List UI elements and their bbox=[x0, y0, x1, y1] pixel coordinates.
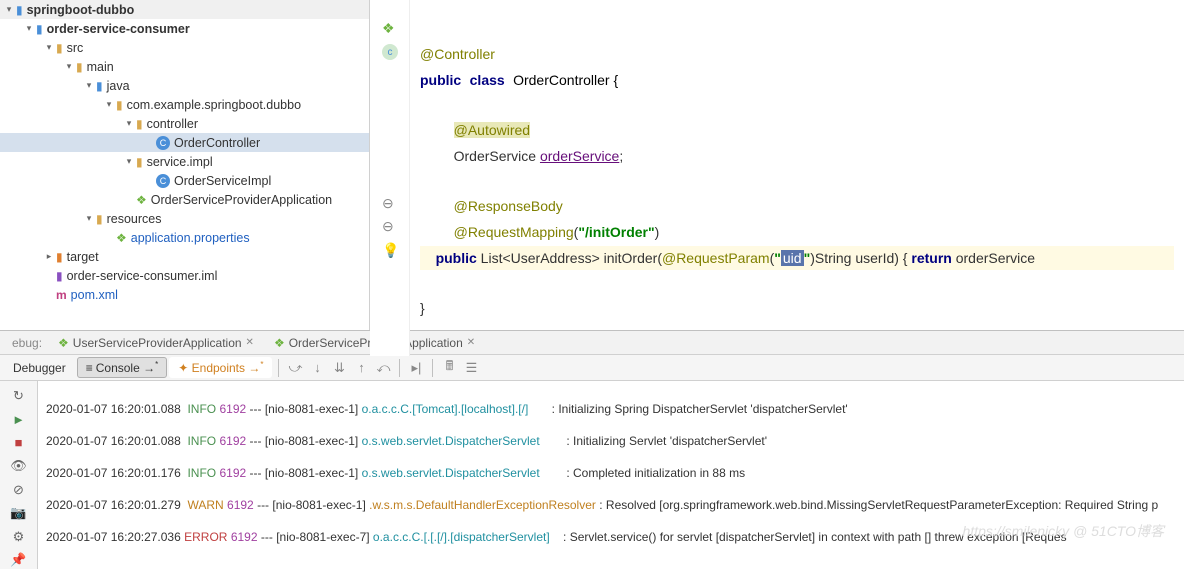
fold-icon[interactable]: ⊖ bbox=[382, 195, 394, 212]
editor-gutter[interactable]: ❖ c ⊖ ⊖ 💡 bbox=[370, 0, 410, 356]
tree-file-pom[interactable]: mpom.xml bbox=[0, 285, 369, 304]
maven-icon: m bbox=[56, 288, 67, 302]
trace-icon[interactable]: ☰ bbox=[461, 358, 481, 378]
run-config-tab-1[interactable]: ❖UserServiceProviderApplication✕ bbox=[48, 334, 264, 352]
debug-toolbar: Debugger ≡Console →* ✦ Endpoints →* ⤻ ↓ … bbox=[0, 355, 1184, 381]
chevron-down-icon: ▾ bbox=[42, 42, 56, 53]
dump-icon[interactable]: 📷 bbox=[10, 505, 28, 523]
tree-module[interactable]: ▾▮order-service-consumer bbox=[0, 19, 369, 38]
rerun-icon[interactable]: ↻ bbox=[10, 387, 28, 405]
drop-frame-icon[interactable]: ⤺ bbox=[373, 358, 393, 378]
chevron-down-icon: ▾ bbox=[82, 213, 96, 224]
debug-label: ebug: bbox=[6, 336, 48, 350]
debug-tabs-bar: ebug: ❖UserServiceProviderApplication✕ ❖… bbox=[0, 331, 1184, 355]
step-over-icon[interactable]: ⤻ bbox=[285, 358, 305, 378]
run-to-cursor-icon[interactable]: ▸| bbox=[406, 358, 426, 378]
spring-icon: ❖ bbox=[274, 336, 285, 350]
view-breakpoints-icon[interactable]: 👁 bbox=[10, 458, 28, 476]
fold-icon[interactable]: ⊖ bbox=[382, 218, 394, 235]
evaluate-icon[interactable]: 🖩 bbox=[439, 358, 459, 378]
debugger-tab[interactable]: Debugger bbox=[4, 358, 75, 378]
spring-icon: ❖ bbox=[58, 336, 69, 350]
close-icon[interactable]: ✕ bbox=[467, 337, 475, 348]
mute-breakpoints-icon[interactable]: ⊘ bbox=[10, 481, 28, 499]
force-step-icon[interactable]: ⇊ bbox=[329, 358, 349, 378]
folder-icon: ▮ bbox=[16, 3, 23, 17]
chevron-down-icon: ▾ bbox=[22, 23, 36, 34]
class-icon: C bbox=[156, 136, 170, 150]
class-icon: C bbox=[156, 174, 170, 188]
settings-icon[interactable]: ⚙ bbox=[10, 528, 28, 546]
folder-icon: ▮ bbox=[56, 250, 63, 264]
spring-icon: ❖ bbox=[382, 20, 395, 37]
close-icon[interactable]: ✕ bbox=[246, 337, 254, 348]
tree-file-provider-app[interactable]: ❖OrderServiceProviderApplication bbox=[0, 190, 369, 209]
step-out-icon[interactable]: ↑ bbox=[351, 358, 371, 378]
tree-controller-pkg[interactable]: ▾▮controller bbox=[0, 114, 369, 133]
code-editor[interactable]: @Controller public class OrderController… bbox=[410, 0, 1184, 356]
spring-icon: ❖ bbox=[116, 231, 127, 245]
editor-area: ❖ c ⊖ ⊖ 💡 @Controller public class Order… bbox=[370, 0, 1184, 330]
package-icon: ▮ bbox=[116, 98, 123, 112]
chevron-down-icon: ▾ bbox=[122, 118, 136, 129]
endpoints-tab[interactable]: ✦ Endpoints →* bbox=[169, 357, 272, 378]
spring-icon: ❖ bbox=[136, 193, 147, 207]
separator bbox=[432, 359, 433, 377]
tree-service-pkg[interactable]: ▾▮service.impl bbox=[0, 152, 369, 171]
tree-java[interactable]: ▾▮java bbox=[0, 76, 369, 95]
tree-root[interactable]: ▾▮springboot-dubbo bbox=[0, 0, 369, 19]
tree-package[interactable]: ▾▮com.example.springboot.dubbo bbox=[0, 95, 369, 114]
step-into-icon[interactable]: ↓ bbox=[307, 358, 327, 378]
tree-main[interactable]: ▾▮main bbox=[0, 57, 369, 76]
tree-target[interactable]: ▸▮target bbox=[0, 247, 369, 266]
resume-icon[interactable]: ► bbox=[10, 411, 28, 429]
chevron-down-icon: ▾ bbox=[82, 80, 96, 91]
tree-file-ordercontroller[interactable]: COrderController bbox=[0, 133, 369, 152]
tree-src[interactable]: ▾▮src bbox=[0, 38, 369, 57]
bean-icon: c bbox=[382, 44, 398, 60]
project-tree[interactable]: ▾▮springboot-dubbo ▾▮order-service-consu… bbox=[0, 0, 370, 330]
folder-icon: ▮ bbox=[96, 79, 103, 93]
folder-icon: ▮ bbox=[36, 22, 43, 36]
chevron-down-icon: ▾ bbox=[2, 4, 16, 15]
console-tab[interactable]: ≡Console →* bbox=[77, 357, 168, 378]
bulb-icon[interactable]: 💡 bbox=[382, 242, 399, 259]
console-output[interactable]: 2020-01-07 16:20:01.088 INFO 6192 --- [n… bbox=[38, 381, 1184, 569]
separator bbox=[399, 359, 400, 377]
chevron-down-icon: ▾ bbox=[122, 156, 136, 167]
endpoints-icon: ✦ bbox=[178, 361, 188, 375]
chevron-down-icon: ▾ bbox=[62, 61, 76, 72]
pin-icon[interactable]: 📌 bbox=[10, 552, 28, 569]
package-icon: ▮ bbox=[136, 117, 143, 131]
tree-file-orderserviceimpl[interactable]: COrderServiceImpl bbox=[0, 171, 369, 190]
console-icon: ≡ bbox=[86, 361, 93, 375]
chevron-down-icon: ▾ bbox=[102, 99, 116, 110]
chevron-right-icon: ▸ bbox=[42, 251, 56, 262]
tree-resources[interactable]: ▾▮resources bbox=[0, 209, 369, 228]
package-icon: ▮ bbox=[136, 155, 143, 169]
stop-icon[interactable]: ■ bbox=[10, 434, 28, 452]
tree-file-properties[interactable]: ❖application.properties bbox=[0, 228, 369, 247]
tree-file-iml[interactable]: ▮order-service-consumer.iml bbox=[0, 266, 369, 285]
debug-panel: ebug: ❖UserServiceProviderApplication✕ ❖… bbox=[0, 330, 1184, 569]
folder-icon: ▮ bbox=[96, 212, 103, 226]
folder-icon: ▮ bbox=[56, 41, 63, 55]
console-side-toolbar: ↻ ► ■ 👁 ⊘ 📷 ⚙ 📌 bbox=[0, 381, 38, 569]
separator bbox=[278, 359, 279, 377]
file-icon: ▮ bbox=[56, 269, 63, 283]
folder-icon: ▮ bbox=[76, 60, 83, 74]
